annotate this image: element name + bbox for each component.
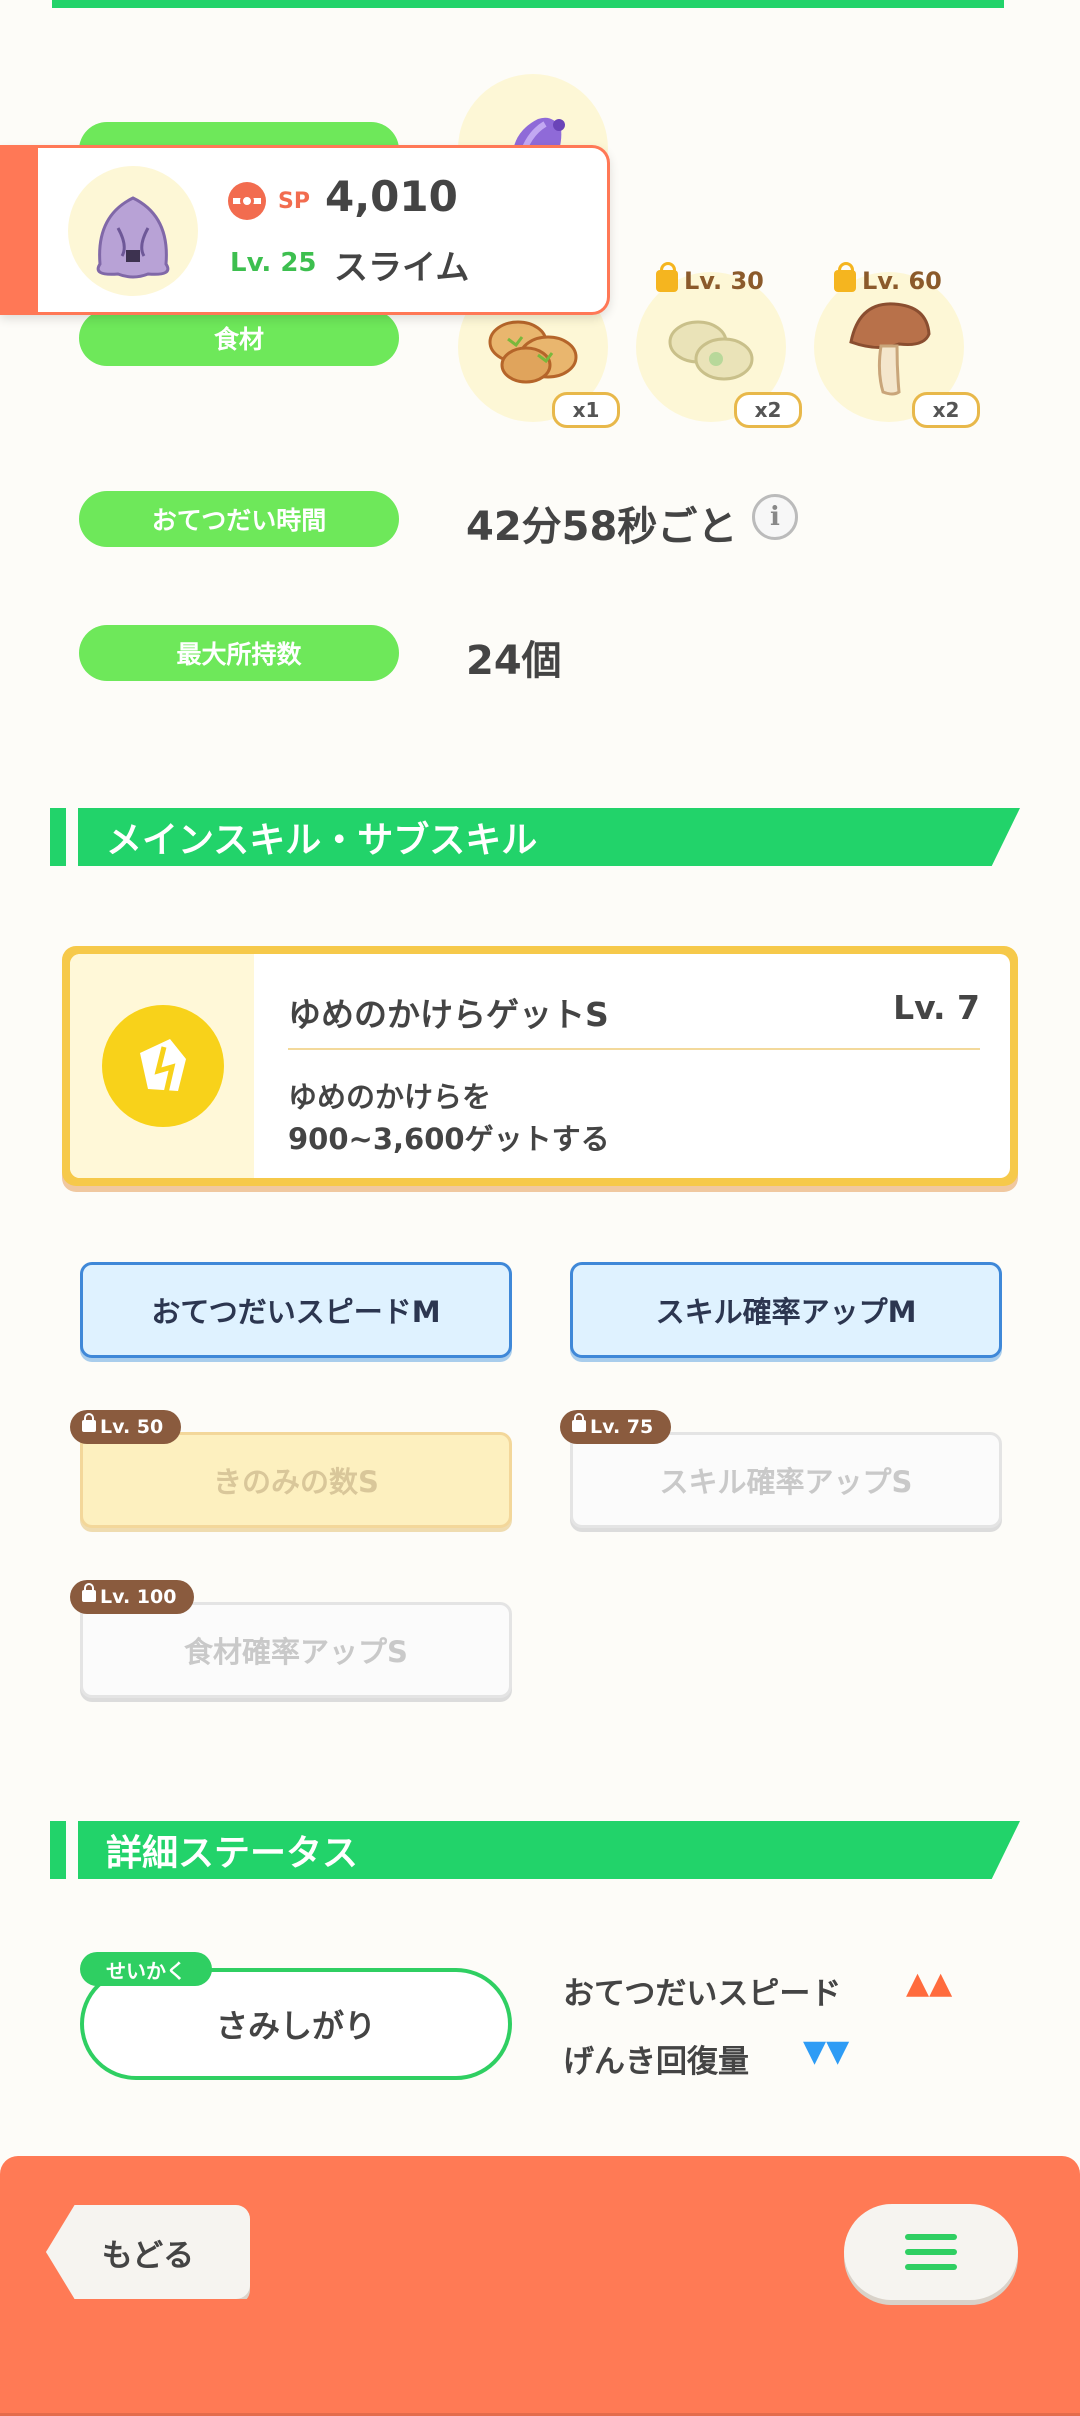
sub-skill-1[interactable]: おてつだいスピードM <box>80 1262 512 1358</box>
stat-down-arrows: ▼▼ <box>803 2034 850 2069</box>
main-skill-desc-line2: 900~3,600ゲットする <box>288 1122 610 1156</box>
details-section-title: 詳細ステータス <box>78 1821 1020 1879</box>
stat-up-arrows: ▲▲ <box>906 1966 953 2001</box>
details-section-header: 詳細ステータス <box>50 1821 1020 1879</box>
help-time-label: おてつだい時間 <box>79 491 399 547</box>
sub-skill-5-lock-level: Lv. 100 <box>100 1586 177 1608</box>
lock-icon <box>572 1413 586 1432</box>
main-skill-desc-line1: ゆめのかけらを <box>288 1080 492 1114</box>
nature-tag: せいかく <box>80 1952 212 1986</box>
sp-value: 4,010 <box>325 172 458 221</box>
ingredient-unlock-3: Lv. 60 <box>834 262 942 296</box>
main-skill-inner: ゆめのかけらゲットS Lv. 7 ゆめのかけらを 900~3,600ゲットする <box>70 954 1010 1178</box>
ingredient-unlock-2: Lv. 30 <box>656 262 764 296</box>
popup-tab <box>0 145 38 315</box>
header-stub <box>50 808 66 866</box>
max-carry-value: 24個 <box>466 638 562 684</box>
main-skill-name: ゆめのかけらゲットS <box>288 995 609 1034</box>
pokemon-level: Lv. 25 <box>230 248 317 278</box>
help-time-value: 42分58秒ごと <box>466 504 738 550</box>
ingredient-qty-1: x1 <box>552 392 620 428</box>
sub-skill-4-lock-level: Lv. 75 <box>590 1416 654 1438</box>
skills-section-header: メインスキル・サブスキル <box>50 808 1020 866</box>
sub-skill-3-lock-level: Lv. 50 <box>100 1416 164 1438</box>
pokemon-name: スライム <box>334 248 470 288</box>
menu-button[interactable] <box>844 2204 1018 2300</box>
lock-icon <box>82 1583 96 1602</box>
ingredient-qty-3: x2 <box>912 392 980 428</box>
hamburger-icon <box>905 2234 957 2270</box>
header-stub <box>50 1821 66 1879</box>
mushroom-icon <box>849 302 931 396</box>
main-skill-divider <box>288 1048 980 1050</box>
sub-skill-4-lock: Lv. 75 <box>560 1410 672 1444</box>
sub-skill-3[interactable]: きのみの数S <box>80 1432 512 1528</box>
dream-shard-glyph <box>140 1039 186 1094</box>
stat-down-label: げんき回復量 <box>563 2044 749 2080</box>
info-icon[interactable]: i <box>752 494 798 540</box>
main-skill-card[interactable]: ゆめのかけらゲットS Lv. 7 ゆめのかけらを 900~3,600ゲットする <box>62 946 1018 1186</box>
section-top-bar <box>52 0 1004 8</box>
main-skill-icon-panel <box>70 954 254 1178</box>
pokemon-sprite <box>96 196 170 279</box>
main-skill-level: Lv. 7 <box>893 988 980 1027</box>
sub-skill-4[interactable]: スキル確率アップS <box>570 1432 1002 1528</box>
sp-label: SP <box>278 189 310 214</box>
bean-ingredient-icon <box>668 320 754 381</box>
skills-section-title: メインスキル・サブスキル <box>78 808 1020 866</box>
max-carry-label: 最大所持数 <box>79 625 399 681</box>
pokeball-icon <box>228 182 266 220</box>
lock-icon <box>656 262 678 292</box>
ingredient-qty-2: x2 <box>734 392 802 428</box>
dream-shard-icon <box>102 1005 224 1127</box>
pokemon-avatar <box>68 166 198 296</box>
stat-up-label: おてつだいスピード <box>563 1976 842 2012</box>
ingredient-unlock-level: Lv. 30 <box>684 267 764 295</box>
back-button[interactable]: もどる <box>46 2205 250 2299</box>
sub-skill-5-lock: Lv. 100 <box>70 1580 195 1614</box>
lock-icon <box>834 262 856 292</box>
lock-icon <box>82 1413 96 1432</box>
ingredients-label-pill: 食材 <box>79 310 399 366</box>
ingredient-unlock-level: Lv. 60 <box>862 267 942 295</box>
sub-skill-5[interactable]: 食材確率アップS <box>80 1602 512 1698</box>
sub-skill-3-lock: Lv. 50 <box>70 1410 182 1444</box>
sub-skill-2[interactable]: スキル確率アップM <box>570 1262 1002 1358</box>
